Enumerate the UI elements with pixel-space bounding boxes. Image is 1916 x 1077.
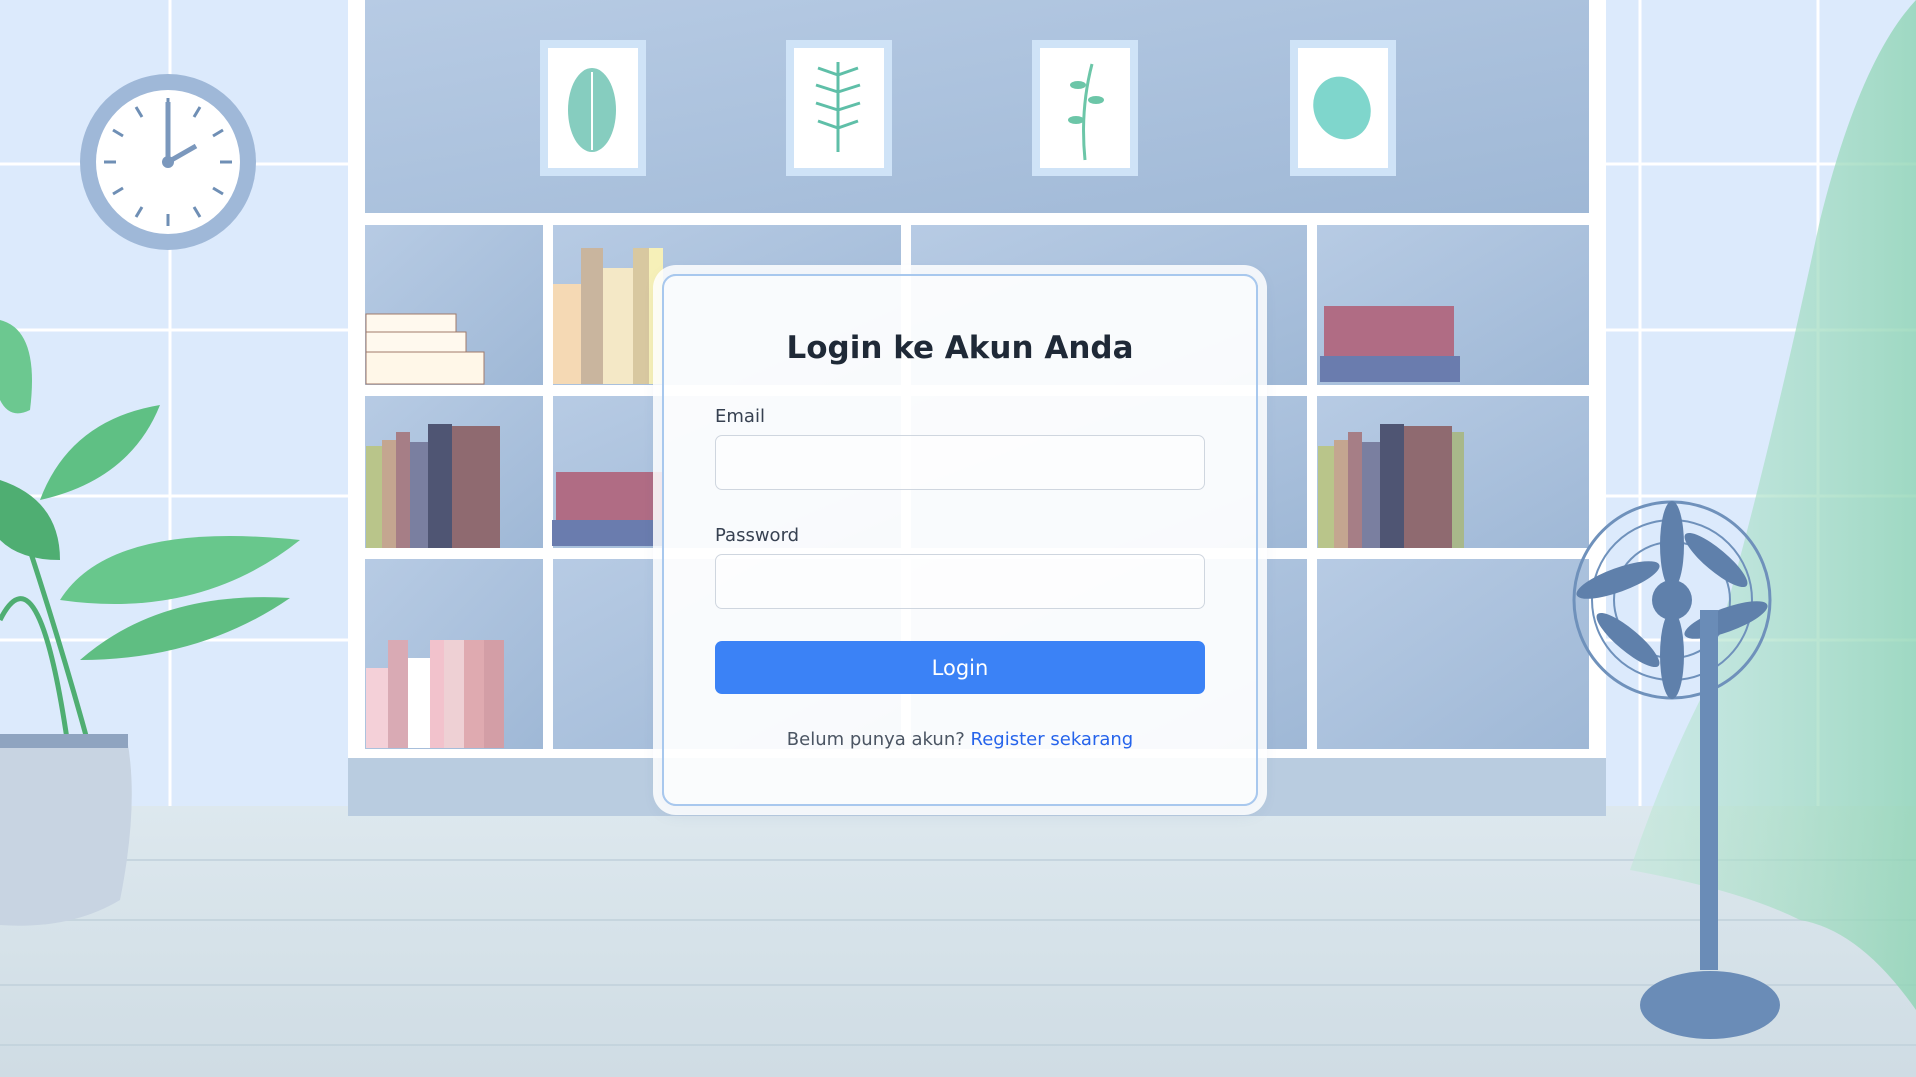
- password-field[interactable]: [715, 554, 1205, 609]
- fern-frame-icon: [786, 40, 892, 176]
- leaf-frame-icon: [1290, 40, 1396, 176]
- password-label: Password: [715, 525, 800, 546]
- email-field[interactable]: [715, 435, 1205, 490]
- register-link[interactable]: Register sekarang: [971, 729, 1134, 750]
- login-button[interactable]: Login: [715, 641, 1205, 694]
- sprig-frame-icon: [1032, 40, 1138, 176]
- register-prompt: Belum punya akun?: [786, 729, 965, 750]
- page-title: Login ke Akun Anda: [786, 330, 1134, 366]
- email-label: Email: [715, 406, 765, 427]
- wall-clock-icon: [80, 74, 256, 250]
- leaf-frame-icon: [540, 40, 646, 176]
- login-card: Login ke Akun Anda Email Password Login …: [662, 274, 1258, 806]
- register-prompt-line: Belum punya akun? Register sekarang: [664, 729, 1256, 750]
